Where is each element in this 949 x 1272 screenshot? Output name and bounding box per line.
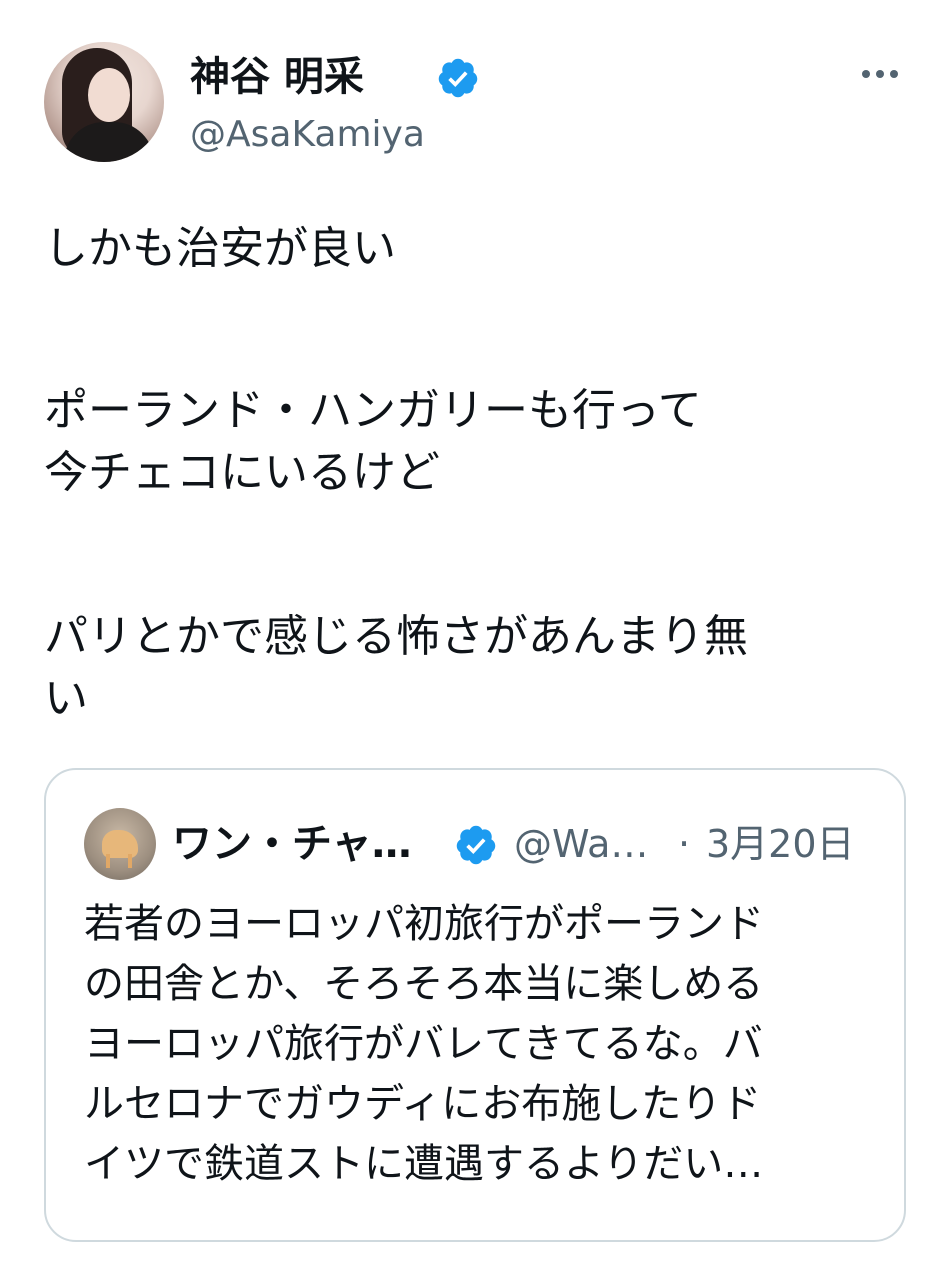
quote-text: 若者のヨーロッパ初旅行がポーランド の田舎とか、そろそろ本当に楽しめる ヨーロッ… bbox=[84, 894, 874, 1194]
tweet-text-line: い bbox=[44, 673, 88, 724]
quote-avatar[interactable] bbox=[84, 808, 156, 880]
tweet-text-line: ポーランド・ハンガリーも行って bbox=[44, 385, 702, 436]
more-options-button[interactable] bbox=[850, 52, 910, 96]
tweet-header: 神谷 明采 @AsaKamiya bbox=[44, 42, 914, 167]
quote-date[interactable]: 3月20日 bbox=[706, 818, 855, 870]
tweet-text-line: 今チェコにいるけど bbox=[44, 447, 440, 498]
more-horizontal-icon bbox=[876, 70, 884, 78]
quoted-tweet-card[interactable]: ワン・チャ… @Wa… · 3月20日 若者のヨーロッパ初旅行がポーランド の田… bbox=[44, 768, 906, 1242]
quote-text-line: ルセロナでガウディにお布施したりド bbox=[84, 1081, 762, 1127]
verified-badge-icon bbox=[438, 58, 478, 98]
more-horizontal-icon bbox=[862, 70, 870, 78]
quote-display-name[interactable]: ワン・チャ… bbox=[172, 818, 412, 870]
more-horizontal-icon bbox=[890, 70, 898, 78]
quote-text-line: ヨーロッパ旅行がバレてきてるな。バ bbox=[84, 1021, 763, 1067]
author-handle[interactable]: @AsaKamiya bbox=[190, 112, 425, 158]
verified-badge-icon bbox=[456, 825, 496, 865]
quote-handle[interactable]: @Wa… bbox=[514, 818, 648, 870]
author-display-name[interactable]: 神谷 明采 bbox=[190, 52, 364, 102]
quote-text-line: の田舎とか、そろそろ本当に楽しめる bbox=[84, 961, 764, 1007]
quote-text-line: イツで鉄道ストに遭遇するよりだい… bbox=[84, 1141, 764, 1187]
avatar[interactable] bbox=[44, 42, 164, 162]
tweet: 神谷 明采 @AsaKamiya しかも治安が良い ポーランド・ハンガリーも行っ… bbox=[0, 0, 949, 1272]
avatar-face bbox=[88, 68, 130, 122]
tweet-text-line: しかも治安が良い bbox=[44, 223, 396, 274]
quote-separator: · bbox=[678, 822, 691, 866]
tweet-text: しかも治安が良い ポーランド・ハンガリーも行って 今チェコにいるけど パリとかで… bbox=[44, 218, 904, 730]
tweet-text-line: パリとかで感じる怖さがあんまり無 bbox=[44, 611, 748, 662]
quote-text-line: 若者のヨーロッパ初旅行がポーランド bbox=[84, 901, 764, 947]
deer-legs bbox=[106, 854, 132, 868]
